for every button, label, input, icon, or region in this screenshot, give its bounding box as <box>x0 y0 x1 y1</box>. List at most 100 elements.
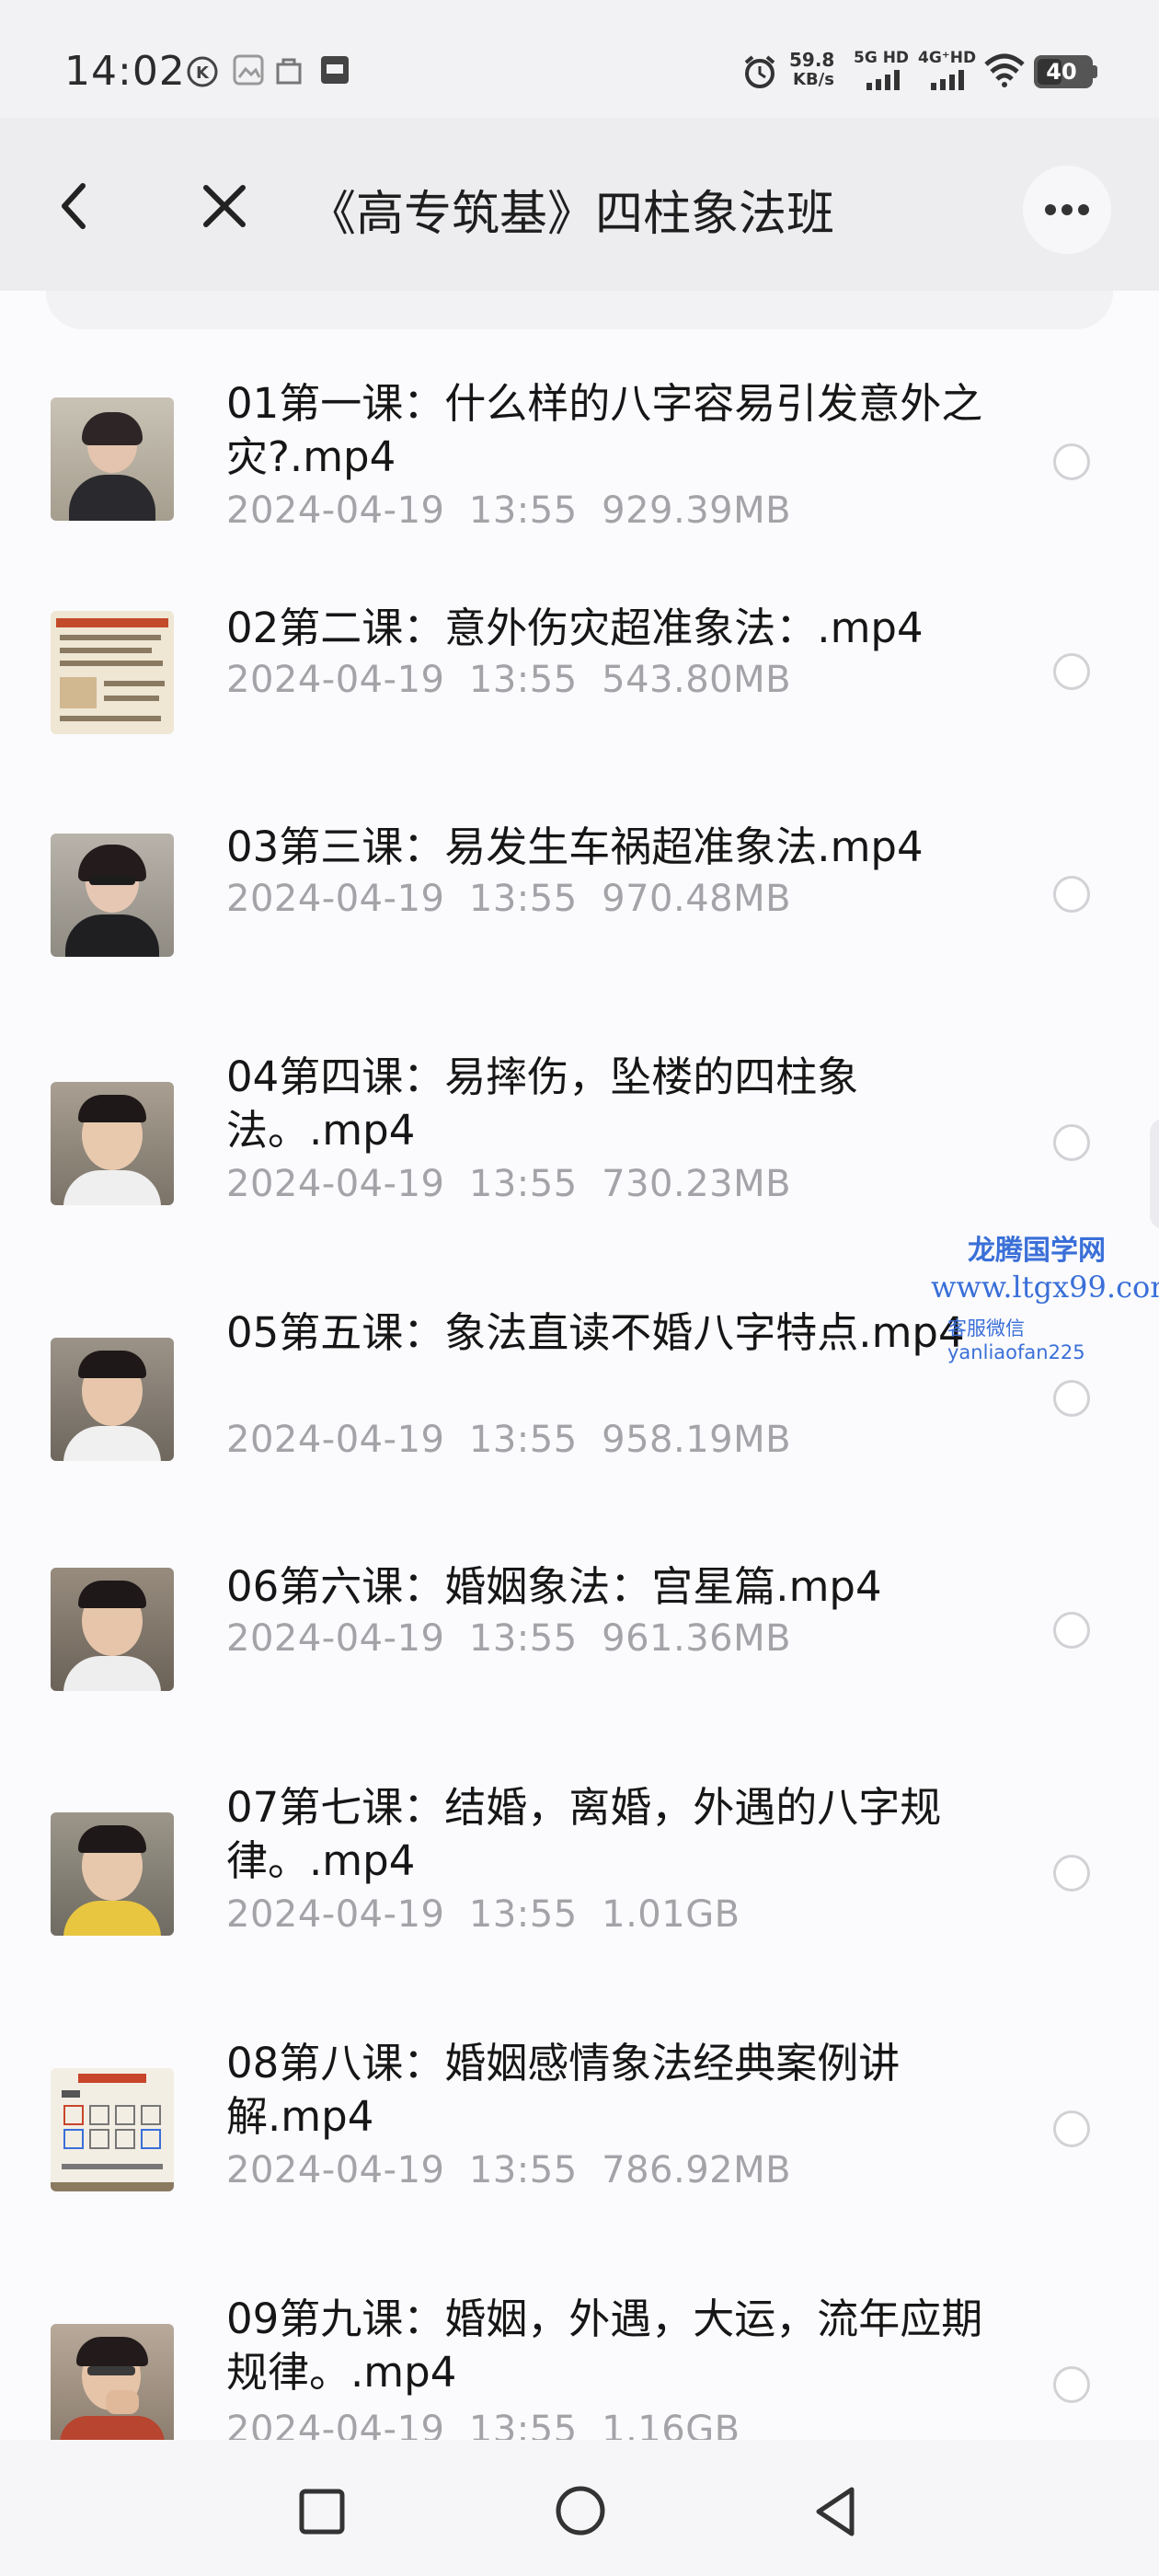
file-size: 1.01GB <box>602 1893 740 1936</box>
file-title: 09第九课：婚姻，外遇，大运，流年应期规律。.mp4 <box>226 2294 983 2397</box>
watermark-site-name: 龙腾国学网 <box>968 1235 1106 1267</box>
file-size: 1.16GB <box>602 2409 740 2440</box>
file-date: 2024-04-19 <box>226 1617 445 1660</box>
file-size: 786.92MB <box>602 2149 792 2191</box>
sim1-label: 5G HD <box>854 49 910 67</box>
file-date: 2024-04-19 <box>226 1419 445 1461</box>
select-radio[interactable] <box>1053 1612 1090 1649</box>
more-dots-icon <box>1045 204 1089 215</box>
side-drawer-handle[interactable] <box>1150 1119 1159 1229</box>
file-date: 2024-04-19 <box>226 489 445 532</box>
alarm-icon <box>744 55 775 88</box>
video-thumbnail <box>51 834 174 957</box>
file-row[interactable]: 03第三课：易发生车祸超准象法.mp4 2024-04-19 13:55 970… <box>0 811 1159 995</box>
select-radio[interactable] <box>1053 1855 1090 1892</box>
page-title: 《高专筑基》四柱象法班 <box>308 187 835 242</box>
watermark-url: www.ltgx99.com <box>931 1270 1159 1305</box>
video-thumbnail <box>51 2068 174 2191</box>
file-size: 961.36MB <box>602 1617 792 1660</box>
wifi-icon <box>984 53 1025 87</box>
file-list: 01第一课：什么样的八字容易引发意外之灾?.mp4 2024-04-19 13:… <box>0 291 1159 2440</box>
signal-strength-2-icon <box>931 70 964 90</box>
collapsed-search-bar[interactable] <box>46 291 1113 329</box>
svg-text:K: K <box>196 63 210 83</box>
back-nav-button[interactable] <box>809 2484 861 2539</box>
file-meta: 2024-04-19 13:55 730.23MB <box>226 1163 791 1205</box>
video-thumbnail <box>51 2324 174 2440</box>
k-badge-icon: K <box>187 56 218 87</box>
more-options-button[interactable] <box>1023 166 1111 254</box>
file-time: 13:55 <box>468 489 578 532</box>
net-speed-value: 59.8 <box>789 49 835 71</box>
signal-strength-icon <box>866 70 900 90</box>
file-time: 13:55 <box>468 1419 578 1461</box>
file-date: 2024-04-19 <box>226 1163 445 1205</box>
file-meta: 2024-04-19 13:55 958.19MB <box>226 1419 791 1461</box>
file-row[interactable]: 02第二课：意外伤灾超准象法：.mp4 2024-04-19 13:55 543… <box>0 592 1159 776</box>
file-time: 13:55 <box>468 1617 578 1660</box>
file-title: 06第六课：婚姻象法：宫星篇.mp4 <box>226 1562 882 1611</box>
gallery-notification-icon <box>233 54 264 86</box>
file-meta: 2024-04-19 13:55 961.36MB <box>226 1617 791 1660</box>
file-title: 03第三课：易发生车祸超准象法.mp4 <box>226 822 924 871</box>
select-radio[interactable] <box>1053 2110 1090 2147</box>
file-time: 13:55 <box>468 659 578 701</box>
file-meta: 2024-04-19 13:55 929.39MB <box>226 489 791 532</box>
file-size: 958.19MB <box>602 1419 792 1461</box>
file-meta: 2024-04-19 13:55 1.16GB <box>226 2409 740 2440</box>
file-title: 04第四课：易摔伤，坠楼的四柱象法。.mp4 <box>226 1052 859 1155</box>
file-date: 2024-04-19 <box>226 659 445 701</box>
file-size: 929.39MB <box>602 489 792 532</box>
file-size: 543.80MB <box>602 659 792 701</box>
file-title: 07第七课：结婚，离婚，外遇的八字规律。.mp4 <box>226 1783 942 1885</box>
select-radio[interactable] <box>1053 876 1090 913</box>
video-thumbnail <box>51 1812 174 1936</box>
file-title: 01第一课：什么样的八字容易引发意外之灾?.mp4 <box>226 379 983 481</box>
file-row[interactable]: 08第八课：婚姻感情象法经典案例讲解.mp4 2024-04-19 13:55 … <box>0 2037 1159 2276</box>
header-bar: 《高专筑基》四柱象法班 <box>0 118 1159 291</box>
inbox-notification-icon <box>321 56 349 84</box>
select-radio[interactable] <box>1053 653 1090 690</box>
video-thumbnail <box>51 1568 174 1691</box>
file-title: 02第二课：意外伤灾超准象法：.mp4 <box>226 604 924 652</box>
recents-button[interactable] <box>296 2486 348 2537</box>
file-title: 05第五课：象法直读不婚八字特点.mp4 <box>226 1308 965 1357</box>
file-row[interactable]: 07第七课：结婚，离婚，外遇的八字规律。.mp4 2024-04-19 13:5… <box>0 1781 1159 2020</box>
net-speed-unit: KB/s <box>793 70 834 89</box>
file-size: 970.48MB <box>602 878 792 920</box>
select-radio[interactable] <box>1053 1380 1090 1417</box>
video-thumbnail <box>51 397 174 521</box>
file-meta: 2024-04-19 13:55 970.48MB <box>226 878 791 920</box>
watermark-contact: 客服微信 yanliaofan225 <box>947 1317 1085 1363</box>
file-size: 730.23MB <box>602 1163 792 1205</box>
file-date: 2024-04-19 <box>226 2149 445 2191</box>
select-radio[interactable] <box>1053 1124 1090 1161</box>
file-date: 2024-04-19 <box>226 2409 445 2440</box>
file-date: 2024-04-19 <box>226 878 445 920</box>
video-thumbnail <box>51 1082 174 1205</box>
status-time: 14:02 <box>64 48 186 95</box>
file-time: 13:55 <box>468 1163 578 1205</box>
file-time: 13:55 <box>468 1893 578 1936</box>
select-radio[interactable] <box>1053 2366 1090 2403</box>
video-thumbnail <box>51 611 174 734</box>
home-button[interactable] <box>552 2482 609 2539</box>
file-date: 2024-04-19 <box>226 1893 445 1936</box>
close-button[interactable] <box>199 180 250 232</box>
select-radio[interactable] <box>1053 443 1090 480</box>
back-button[interactable] <box>55 178 92 234</box>
file-meta: 2024-04-19 13:55 786.92MB <box>226 2149 791 2191</box>
video-thumbnail <box>51 1338 174 1461</box>
status-bar: 14:02 K 59.8 KB/s 5G HD 4G⁺HD 40 <box>0 0 1159 118</box>
file-time: 13:55 <box>468 2149 578 2191</box>
file-title: 08第八课：婚姻感情象法经典案例讲解.mp4 <box>226 2039 901 2141</box>
file-row[interactable]: 01第一课：什么样的八字容易引发意外之灾?.mp4 2024-04-19 13:… <box>0 364 1159 558</box>
file-row[interactable]: 09第九课：婚姻，外遇，大运，流年应期规律。.mp4 2024-04-19 13… <box>0 2293 1159 2440</box>
sim2-label: 4G⁺HD <box>918 49 977 67</box>
battery-icon: 40 <box>1034 55 1097 88</box>
file-time: 13:55 <box>468 878 578 920</box>
file-meta: 2024-04-19 13:55 543.80MB <box>226 659 791 701</box>
file-row[interactable]: 06第六课：婚姻象法：宫星篇.mp4 2024-04-19 13:55 961.… <box>0 1557 1159 1741</box>
file-meta: 2024-04-19 13:55 1.01GB <box>226 1893 740 1936</box>
file-time: 13:55 <box>468 2409 578 2440</box>
